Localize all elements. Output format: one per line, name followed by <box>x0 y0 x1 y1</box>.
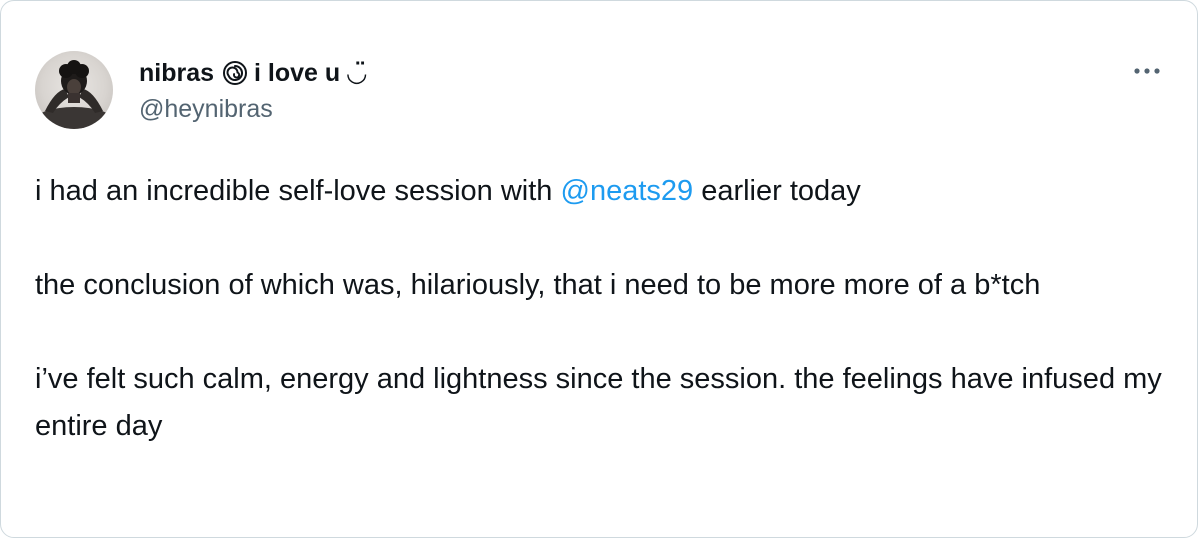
paragraph-text: earlier today <box>693 175 861 207</box>
tweet-paragraph: i’ve felt such calm, energy and lightnes… <box>35 363 1162 442</box>
author-name-rest: i love u ◡̈ <box>254 59 367 87</box>
author-name-first: nibras <box>139 58 215 87</box>
mention-link[interactable]: @neats29 <box>561 175 694 207</box>
tweet-paragraph: the conclusion of which was, hilariously… <box>35 269 1041 301</box>
more-horizontal-icon[interactable] <box>1129 57 1165 85</box>
tweet-paragraph: i had an incredible self-love session wi… <box>35 168 1175 215</box>
tweet-text: i had an incredible self-love session wi… <box>35 168 1175 450</box>
avatar[interactable] <box>35 51 113 129</box>
cyclone-icon <box>222 60 248 86</box>
author-name[interactable]: nibras i love u ◡̈ <box>139 57 366 89</box>
paragraph-text: i had an incredible self-love session wi… <box>35 175 561 207</box>
author-handle[interactable]: @heynibras <box>139 95 273 124</box>
tweet-card: nibras i love u ◡̈ @heynibras i had an i… <box>0 0 1198 538</box>
